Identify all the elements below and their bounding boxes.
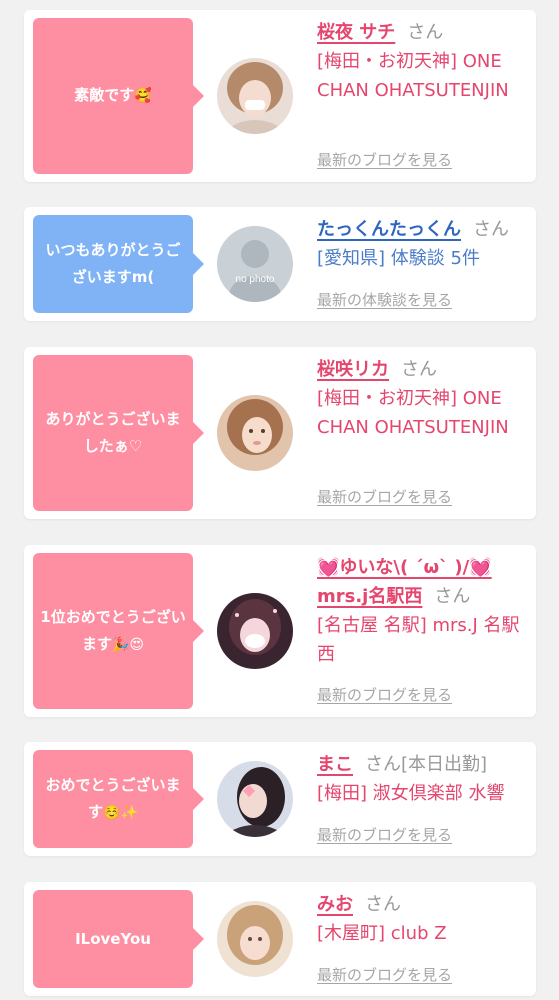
message-text: 素敵です [74,86,135,104]
sender-info: まこ さん[本日出勤] [梅田] 淑女倶楽部 水響 [317,750,529,808]
latest-review-link[interactable]: 最新の体験談を見る [317,289,452,310]
message-card: 1位おめでとうございます🎉😍 💓ゆいな\( ´ω` )/💓mrs.j名駅西 さん … [24,545,536,717]
message-bubble: ありがとうございましたぁ♡ [33,355,204,511]
sender-info: 💓ゆいな\( ´ω` )/💓mrs.j名駅西 さん [名古屋 名駅] mrs.J … [317,553,529,669]
message-card: ILoveYou みお さん [木屋町] club Z 最新のブログを見る [24,882,536,996]
sender-name-link[interactable]: みお [317,894,353,915]
no-photo-label: no photo [236,274,275,285]
sender-name-link[interactable]: 桜夜 サチ [317,22,395,43]
message-text: ありがとうございましたぁ♡ [45,410,181,455]
sender-name-link[interactable]: たっくんたっくん [317,219,461,240]
honorific: さん [407,22,444,43]
avatar[interactable] [217,395,293,471]
sender-info: 桜夜 サチ さん [梅田・お初天神] ONE CHAN OHATSUTENJIN [317,18,529,105]
message-emoji: 🥰 [134,88,152,104]
shop-label: [木屋町] club Z [317,923,447,944]
message-bubble: ILoveYou [33,890,204,988]
avatar[interactable] [217,901,293,977]
girl-photo-icon [217,593,293,669]
latest-blog-link[interactable]: 最新のブログを見る [317,486,452,507]
sender-name-link[interactable]: 桜咲リカ [317,359,389,380]
message-bubble: 1位おめでとうございます🎉😍 [33,553,204,709]
shop-label: [梅田] 淑女倶楽部 水響 [317,783,505,804]
sender-info: みお さん [木屋町] club Z [317,890,529,948]
message-bubble: いつもありがとうございますm( [33,215,204,313]
message-card: ありがとうございましたぁ♡ 桜咲リカ さん [梅田・お初天神] ONE CHAN … [24,347,536,519]
message-card: おめでとうございます☺️✨ まこ さん[本日出勤] [梅田] 淑女倶楽部 水響 最… [24,742,536,856]
avatar[interactable]: no photo [217,226,293,302]
avatar[interactable] [217,593,293,669]
message-bubble: 素敵です🥰 [33,18,204,174]
sender-info: たっくんたっくん さん [愛知県] 体験談 5件 [317,215,529,273]
latest-blog-link[interactable]: 最新のブログを見る [317,824,452,845]
sender-info: 桜咲リカ さん [梅田・お初天神] ONE CHAN OHATSUTENJIN [317,355,529,442]
honorific: さん[本日出勤] [365,754,488,775]
avatar[interactable] [217,761,293,837]
sender-name-link[interactable]: まこ [317,754,353,775]
honorific: さん [365,894,401,915]
message-card: いつもありがとうございますm( no photo たっくんたっくん さん [愛知県… [24,207,536,321]
avatar[interactable] [217,58,293,134]
girl-photo-icon [217,761,293,837]
message-bubble: おめでとうございます☺️✨ [33,750,204,848]
shop-label: [梅田・お初天神] ONE CHAN OHATSUTENJIN [317,388,509,438]
message-text: ILoveYou [75,929,151,948]
latest-blog-link[interactable]: 最新のブログを見る [317,964,452,985]
message-text: いつもありがとうございますm( [45,241,181,286]
honorific: さん [473,219,509,240]
message-card: 素敵です🥰 桜夜 サチ さん [梅田・お初天神] ONE CHAN OHATSUT… [24,10,536,182]
girl-photo-icon [217,901,293,977]
message-emoji: ☺️✨ [103,804,138,821]
latest-blog-link[interactable]: 最新のブログを見る [317,149,452,170]
shop-label: [名古屋 名駅] mrs.J 名駅西 [317,615,520,665]
shop-label: [梅田・お初天神] ONE CHAN OHATSUTENJIN [317,51,509,101]
girl-photo-icon [217,58,293,134]
girl-photo-icon [217,395,293,471]
honorific: さん [401,359,437,380]
latest-blog-link[interactable]: 最新のブログを見る [317,684,452,705]
honorific: さん [434,586,471,607]
message-emoji: 🎉😍 [111,636,145,653]
shop-label: [愛知県] 体験談 5件 [317,248,480,269]
no-photo-icon: no photo [217,226,293,302]
